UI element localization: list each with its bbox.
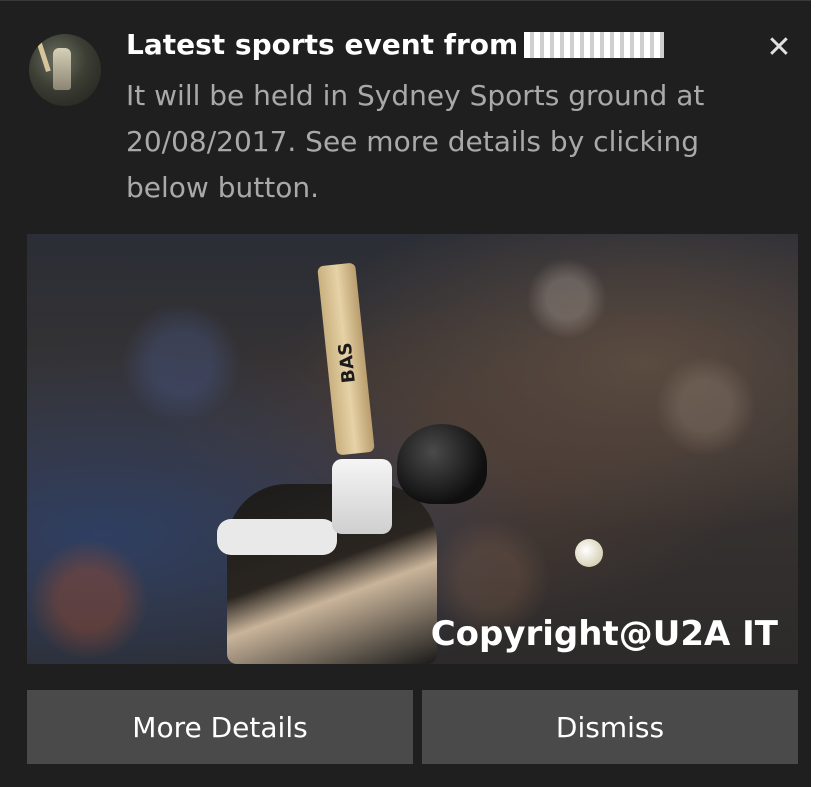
hero-image: BAS Copyright@U2A IT xyxy=(27,234,798,664)
notification-title: Latest sports event from xyxy=(126,28,665,61)
copyright-watermark: Copyright@U2A IT xyxy=(430,614,778,654)
dismiss-button[interactable]: Dismiss xyxy=(422,690,798,764)
player-arm xyxy=(217,519,337,555)
toast-notification: Latest sports event from It will be held… xyxy=(0,0,821,787)
app-avatar xyxy=(29,34,101,106)
more-details-button[interactable]: More Details xyxy=(27,690,413,764)
window-edge xyxy=(811,0,821,787)
redacted-sender xyxy=(524,32,665,58)
batting-gloves xyxy=(332,459,392,534)
cricket-ball xyxy=(575,539,603,567)
notification-title-text: Latest sports event from xyxy=(126,28,519,61)
avatar-bat-shape xyxy=(36,40,51,72)
helmet xyxy=(397,424,487,504)
notification-body: It will be held in Sydney Sports ground … xyxy=(126,79,705,204)
avatar-figure-shape xyxy=(53,48,71,90)
bat-label: BAS xyxy=(334,341,360,384)
close-icon[interactable]: ✕ xyxy=(762,31,796,65)
